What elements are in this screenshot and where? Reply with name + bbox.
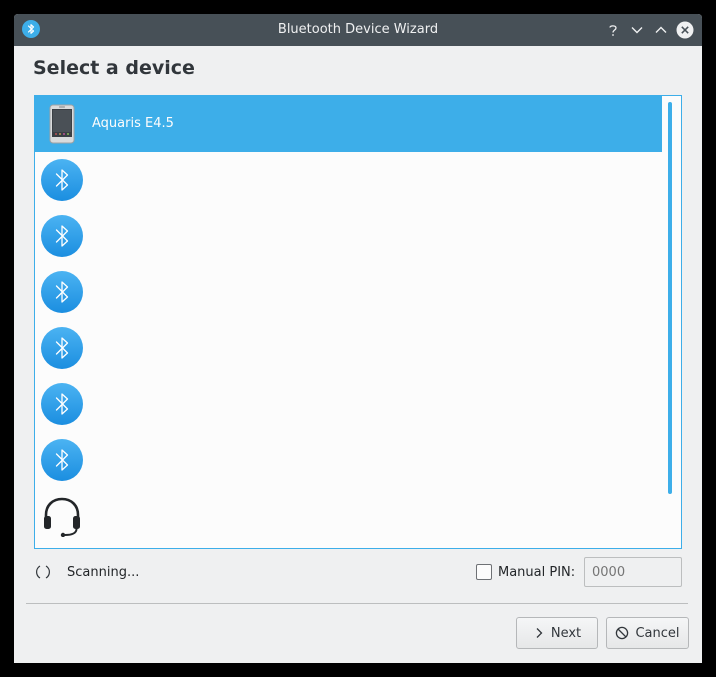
bluetooth-icon (41, 159, 83, 201)
device-row[interactable] (35, 488, 662, 544)
cancel-button[interactable]: Cancel (606, 617, 689, 649)
device-row[interactable] (35, 264, 662, 320)
chevron-right-icon (533, 627, 545, 639)
scrollbar[interactable] (668, 102, 672, 494)
bluetooth-icon (41, 271, 83, 313)
titlebar[interactable]: Bluetooth Device Wizard (14, 14, 702, 46)
bluetooth-icon (41, 327, 83, 369)
device-row[interactable] (35, 320, 662, 376)
close-icon[interactable] (676, 21, 694, 39)
next-button-label: Next (550, 625, 582, 641)
device-name: Aquaris E4.5 (92, 116, 174, 131)
maximize-icon[interactable] (652, 21, 670, 39)
device-row-selected[interactable]: Aquaris E4.5 (35, 96, 662, 152)
manual-pin-checkbox[interactable] (476, 564, 492, 580)
bluetooth-icon (41, 215, 83, 257)
phone-icon (41, 103, 83, 145)
help-icon[interactable] (604, 21, 622, 39)
spinner-icon (34, 563, 52, 581)
cancel-button-label: Cancel (635, 625, 680, 641)
device-row[interactable] (35, 376, 662, 432)
device-row[interactable] (35, 208, 662, 264)
manual-pin-label: Manual PIN: (498, 565, 576, 580)
pin-input[interactable] (584, 557, 682, 587)
next-button[interactable]: Next (516, 617, 598, 649)
separator (26, 603, 688, 604)
device-row[interactable] (35, 152, 662, 208)
wizard-window: Bluetooth Device Wizard Select a device (14, 14, 702, 663)
window-title: Bluetooth Device Wizard (277, 22, 439, 37)
bluetooth-icon (41, 439, 83, 481)
headset-icon (41, 495, 83, 538)
cancel-icon (615, 626, 629, 640)
bluetooth-icon (41, 383, 83, 425)
page-title: Select a device (33, 57, 195, 79)
scanning-status: Scanning... (67, 565, 140, 580)
device-row[interactable] (35, 432, 662, 488)
minimize-icon[interactable] (628, 21, 646, 39)
device-list[interactable]: Aquaris E4.5 (34, 95, 682, 549)
